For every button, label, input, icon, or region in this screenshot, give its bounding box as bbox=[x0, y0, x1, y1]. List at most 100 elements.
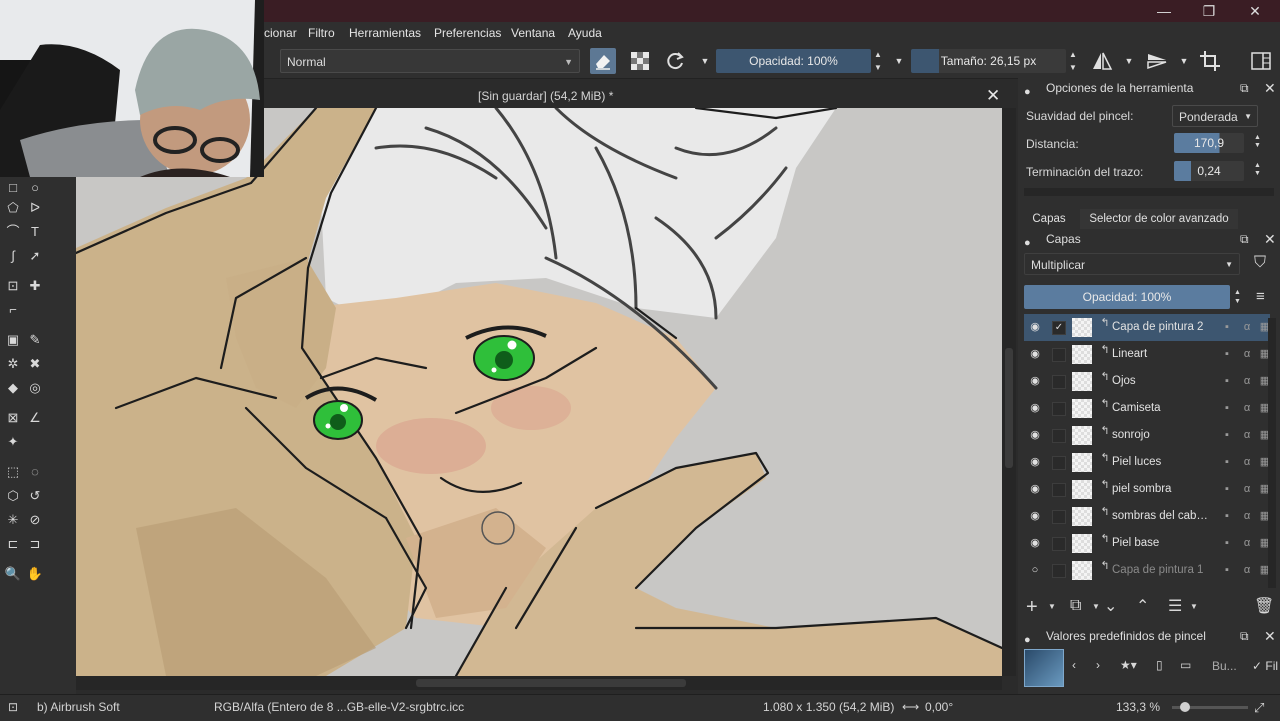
close-window-button[interactable]: ✕ bbox=[1245, 2, 1265, 20]
layer-properties-icon[interactable]: ☰ bbox=[1168, 596, 1182, 616]
move-tool-icon[interactable]: ✚ bbox=[26, 277, 44, 295]
eye-icon[interactable]: ◉ bbox=[1028, 482, 1042, 496]
gradient-tool-icon[interactable]: ▣ bbox=[4, 331, 22, 349]
rect-select-icon[interactable]: ⬚ bbox=[4, 463, 22, 481]
dynamic-brush-icon[interactable]: ➚ bbox=[26, 247, 44, 265]
magic-wand-icon[interactable]: ✳ bbox=[4, 511, 22, 529]
add-layer-icon[interactable]: + bbox=[1026, 596, 1038, 619]
close-panel-icon[interactable]: ✕ bbox=[1264, 78, 1276, 98]
distance-stepper[interactable]: ▲ ▼ bbox=[1254, 134, 1261, 150]
reload-preset-icon[interactable] bbox=[662, 48, 688, 74]
hscroll-thumb[interactable] bbox=[416, 679, 686, 687]
alpha-icon[interactable]: α bbox=[1240, 509, 1254, 523]
size-slider[interactable]: Tamaño: 26,15 px bbox=[911, 49, 1066, 73]
drawing-canvas[interactable] bbox=[76, 108, 1002, 676]
layer-row[interactable]: ◉ ↰ sonrojo ▪ α ▦ bbox=[1024, 422, 1270, 449]
eraser-mode-icon[interactable] bbox=[590, 48, 616, 74]
alpha-icon[interactable]: α bbox=[1240, 563, 1254, 577]
alpha-icon[interactable]: α bbox=[1240, 401, 1254, 415]
eye-icon[interactable]: ◉ bbox=[1028, 401, 1042, 415]
alpha-icon[interactable]: α bbox=[1240, 482, 1254, 496]
alpha-icon[interactable]: α bbox=[1240, 455, 1254, 469]
alpha-icon[interactable]: α bbox=[1240, 320, 1254, 334]
lock-icon[interactable]: ▪ bbox=[1220, 428, 1234, 442]
color-picker-icon[interactable]: ✎ bbox=[26, 331, 44, 349]
measure-tool-icon[interactable]: ∠ bbox=[26, 409, 44, 427]
eye-icon[interactable]: ◉ bbox=[1028, 374, 1042, 388]
smart-patch-icon[interactable]: ✲ bbox=[4, 355, 22, 373]
menu-help[interactable]: Ayuda bbox=[568, 26, 602, 40]
eye-icon[interactable]: ◉ bbox=[1028, 509, 1042, 523]
horizontal-scrollbar[interactable] bbox=[76, 676, 1002, 690]
layer-row[interactable]: ◉ ↰ Ojos ▪ α ▦ bbox=[1024, 368, 1270, 395]
options-scrollbar[interactable] bbox=[1024, 188, 1274, 196]
chevron-down-icon[interactable]: ▼ bbox=[1092, 602, 1100, 611]
delete-layer-icon[interactable]: 🗑 bbox=[1254, 596, 1274, 616]
move-layer-down-icon[interactable]: ⌄ bbox=[1104, 596, 1117, 616]
duplicate-layer-icon[interactable]: ⧉ bbox=[1070, 597, 1081, 615]
chevron-right-icon[interactable]: › bbox=[1096, 658, 1100, 672]
stroke-end-stepper[interactable]: ▲ ▼ bbox=[1254, 162, 1261, 178]
star-tag-icon[interactable]: ★▾ bbox=[1120, 658, 1137, 672]
menu-preferences[interactable]: Preferencias bbox=[434, 26, 501, 40]
docker-panel-icon[interactable] bbox=[1248, 48, 1274, 74]
layers-scrollbar[interactable] bbox=[1268, 318, 1276, 588]
current-brush-preset[interactable] bbox=[1024, 649, 1064, 687]
similar-select-icon[interactable]: ⊘ bbox=[26, 511, 44, 529]
layer-checkbox[interactable] bbox=[1052, 429, 1066, 443]
smoothing-select[interactable]: Ponderada ▼ bbox=[1172, 105, 1258, 127]
polygon-select-icon[interactable]: ⬡ bbox=[4, 487, 22, 505]
alpha-icon[interactable]: α bbox=[1240, 428, 1254, 442]
rectangle-tool-icon[interactable]: □ bbox=[4, 179, 22, 197]
size-stepper[interactable]: ▲ ▼ bbox=[1066, 48, 1080, 74]
menu-tools[interactable]: Herramientas bbox=[349, 26, 421, 40]
layer-checkbox[interactable] bbox=[1052, 537, 1066, 551]
menu-filter[interactable]: Filtro bbox=[308, 26, 335, 40]
brush-settings-icon[interactable]: ⊡ bbox=[8, 700, 18, 714]
zoom-tool-icon[interactable]: 🔍 bbox=[4, 565, 22, 583]
float-panel-icon[interactable]: ⧉ bbox=[1240, 229, 1249, 249]
opacity-stepper[interactable]: ▲ ▼ bbox=[871, 48, 885, 74]
assistant-tool-icon[interactable]: ✖ bbox=[26, 355, 44, 373]
eye-icon[interactable]: ◉ bbox=[1028, 455, 1042, 469]
bezier-select-icon[interactable]: ⊏ bbox=[4, 535, 22, 553]
tab-color-selector[interactable]: Selector de color avanzado bbox=[1080, 209, 1238, 229]
layer-row[interactable]: ◉ ↰ Camiseta ▪ α ▦ bbox=[1024, 395, 1270, 422]
close-panel-icon[interactable]: ✕ bbox=[1264, 626, 1276, 646]
maximize-button[interactable]: ❐ bbox=[1199, 2, 1219, 20]
opacity-slider[interactable]: Opacidad: 100% bbox=[716, 49, 871, 73]
distance-slider[interactable]: 170,9 bbox=[1174, 133, 1244, 153]
enclose-fill-icon[interactable]: ◎ bbox=[26, 379, 44, 397]
chevron-down-icon[interactable]: ▼ bbox=[886, 48, 912, 74]
alpha-icon[interactable]: α bbox=[1240, 374, 1254, 388]
lock-icon[interactable]: ▪ bbox=[1220, 401, 1234, 415]
stroke-end-slider[interactable]: 0,24 bbox=[1174, 161, 1244, 181]
text-tool-icon[interactable]: T bbox=[26, 223, 44, 241]
layer-row[interactable]: ○ ↰ Capa de pintura 1 ▪ α ▦ bbox=[1024, 557, 1270, 584]
layer-checkbox[interactable]: ✓ bbox=[1052, 321, 1066, 335]
chevron-down-icon[interactable]: ▼ bbox=[1048, 602, 1056, 611]
filter-icon[interactable]: ⛉ bbox=[1254, 254, 1266, 272]
menu-window[interactable]: Ventana bbox=[511, 26, 555, 40]
lock-icon[interactable]: ▪ bbox=[1220, 536, 1234, 550]
vscroll-thumb[interactable] bbox=[1005, 348, 1013, 468]
brush-search-input[interactable]: Bu... bbox=[1212, 659, 1237, 673]
layer-checkbox[interactable] bbox=[1052, 375, 1066, 389]
lock-icon[interactable]: ▪ bbox=[1220, 347, 1234, 361]
transform-tool-icon[interactable]: ⊡ bbox=[4, 277, 22, 295]
mirror-vertical-icon[interactable] bbox=[1144, 48, 1170, 74]
layer-checkbox[interactable] bbox=[1052, 564, 1066, 578]
assistant-icon[interactable]: ⊠ bbox=[4, 409, 22, 427]
lock-icon[interactable]: ▪ bbox=[1220, 482, 1234, 496]
save-icon[interactable]: ▭ bbox=[1180, 658, 1191, 672]
zoom-slider-handle[interactable] bbox=[1180, 702, 1190, 712]
layer-opacity-slider[interactable]: Opacidad: 100% bbox=[1024, 285, 1230, 309]
chevron-left-icon[interactable]: ‹ bbox=[1072, 658, 1076, 672]
tab-layers[interactable]: Capas bbox=[1024, 209, 1074, 229]
layer-row[interactable]: ◉ ↰ Piel luces ▪ α ▦ bbox=[1024, 449, 1270, 476]
hamburger-menu-icon[interactable]: ≡ bbox=[1256, 288, 1265, 305]
eye-icon[interactable]: ◉ bbox=[1028, 347, 1042, 361]
chevron-down-icon[interactable]: ▼ bbox=[1116, 48, 1142, 74]
filter-checkbox[interactable]: ✓ Fil bbox=[1252, 659, 1278, 673]
layer-row[interactable]: ◉ ↰ Piel base ▪ α ▦ bbox=[1024, 530, 1270, 557]
